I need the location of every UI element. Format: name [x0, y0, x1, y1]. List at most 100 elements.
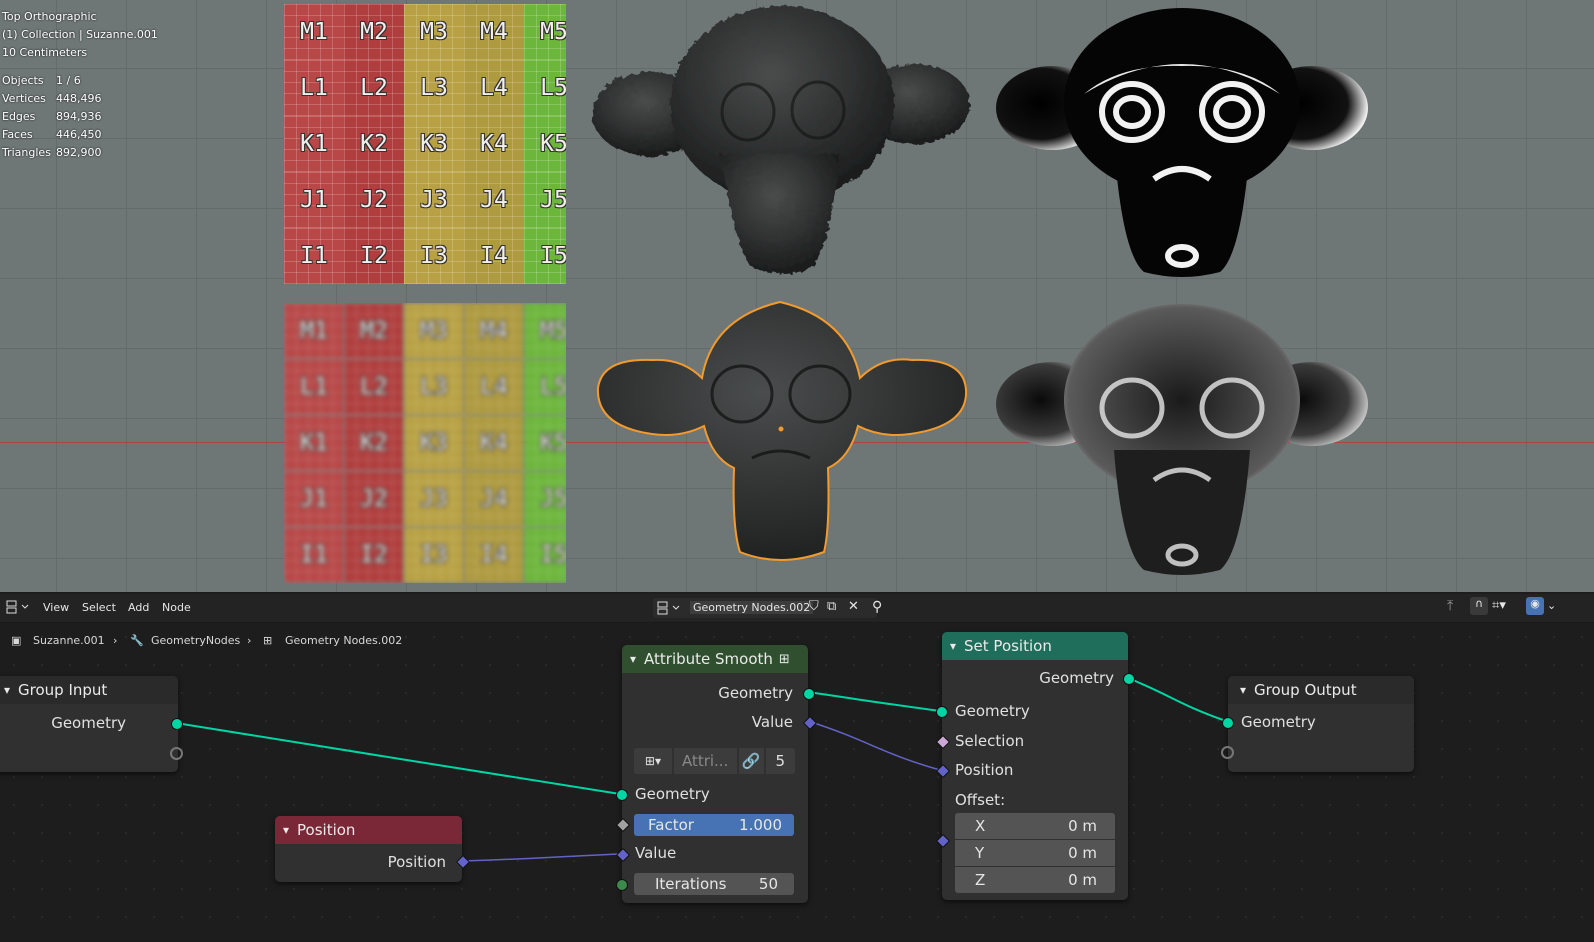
- offset-vector-field[interactable]: X 0 m Y 0 m Z 0 m: [955, 813, 1115, 893]
- editor-type-dropdown[interactable]: [6, 599, 30, 618]
- uv-grid-cell: K2: [344, 415, 404, 471]
- offset-y-field[interactable]: Y 0 m: [955, 840, 1115, 866]
- suzanne-curvature-bottom[interactable]: [994, 300, 1370, 578]
- node-group-icon[interactable]: ⊞: [779, 652, 790, 667]
- factor-field[interactable]: Factor 1.000: [634, 814, 794, 836]
- uv-grid-cell: K5: [524, 415, 566, 471]
- uv-grid-cell: M4: [464, 4, 524, 60]
- node-editor-canvas[interactable]: ▣ Suzanne.001 › 🔧 GeometryNodes › ⊞ Geom…: [0, 623, 1594, 942]
- node-header[interactable]: ▾ Set Position: [942, 632, 1128, 660]
- link-input-to-smooth: [175, 722, 621, 795]
- collapse-chevron-icon[interactable]: ▾: [630, 652, 636, 666]
- uv-grid-cell: J4: [464, 471, 524, 527]
- snap-target-icon[interactable]: ⌗▾: [1492, 598, 1506, 613]
- uv-grid-cell: I2: [344, 527, 404, 583]
- uv-grid-cell: M2: [344, 303, 404, 359]
- uv-grid-cell: L3: [404, 359, 464, 415]
- uv-grid-cell: M5: [524, 4, 566, 60]
- offset-x-field[interactable]: X 0 m: [955, 813, 1115, 839]
- attribute-smooth-node[interactable]: ▾ Attribute Smooth ⊞ Geometry Value ⊞▾ A…: [615, 645, 818, 903]
- set-position-node[interactable]: ▾ Set Position Geometry Geometry Selecti…: [935, 632, 1135, 900]
- node-tree-selector[interactable]: Geometry Nodes.002 ⛉ ⧉ ✕: [653, 598, 877, 618]
- group-output-node[interactable]: ▾ Group Output Geometry: [1221, 676, 1414, 772]
- geometry-output-socket[interactable]: [803, 688, 815, 700]
- uv-grid-cell: I4: [464, 228, 524, 284]
- empty-input-socket[interactable]: [1221, 746, 1234, 759]
- node-header[interactable]: ▾ Group Input: [0, 676, 178, 704]
- node-title: Position: [297, 821, 356, 839]
- menu-add[interactable]: Add: [128, 601, 149, 614]
- snap-icon[interactable]: ∩: [1470, 597, 1488, 615]
- node-header[interactable]: ▾ Attribute Smooth ⊞: [622, 645, 808, 673]
- uv-test-plane-top[interactable]: M1 M2 M3 M4 M5 L1 L2 L3 L4 L5 K1 K2 K3 K4 K5 J1 J2 J3 J4 J5…: [284, 4, 566, 284]
- attribute-name-field[interactable]: Attri...: [673, 748, 737, 774]
- geometry-output-socket[interactable]: [171, 718, 183, 730]
- uv-grid-cell: J3: [404, 471, 464, 527]
- grid-scale-label: 10 Centimeters: [2, 45, 88, 59]
- geometry-input-socket[interactable]: [936, 706, 948, 718]
- uv-grid-cell: J3: [404, 172, 464, 228]
- uv-grid-cell: J4: [464, 172, 524, 228]
- fake-user-shield-icon[interactable]: ⛉: [809, 599, 819, 614]
- uv-grid-cell: I4: [464, 527, 524, 583]
- group-input-node[interactable]: ▾ Group Input Geometry: [0, 676, 183, 772]
- pin-icon[interactable]: ⚲: [872, 599, 882, 615]
- collapse-chevron-icon[interactable]: ▾: [1240, 683, 1246, 697]
- uv-grid-cell: K5: [524, 116, 566, 172]
- attribute-search[interactable]: ⊞▾ Attri... 🔗 5: [634, 748, 795, 774]
- parent-node-tree-icon[interactable]: ⤒: [1447, 598, 1453, 614]
- geometry-input-socket[interactable]: [616, 789, 628, 801]
- uv-grid-cell: K2: [344, 116, 404, 172]
- viewport-overlay-info: Top Orthographic (1) Collection | Suzann…: [2, 8, 158, 161]
- socket-label: Geometry: [718, 684, 793, 702]
- socket-label: Geometry: [955, 702, 1030, 720]
- uv-grid-cell: M4: [464, 303, 524, 359]
- node-editor-icon: [6, 600, 29, 614]
- iterations-input-socket[interactable]: [616, 879, 628, 891]
- node-tree-name[interactable]: Geometry Nodes.002: [690, 601, 814, 614]
- link-icon[interactable]: 🔗: [738, 748, 764, 774]
- socket-label: Position: [955, 761, 1014, 779]
- overlay-dropdown-icon[interactable]: ⌄: [1547, 599, 1556, 612]
- node-header[interactable]: ▾ Position: [275, 816, 462, 844]
- collapse-chevron-icon[interactable]: ▾: [283, 823, 289, 837]
- suzanne-smoothed-selected[interactable]: [592, 298, 970, 570]
- uv-test-plane-bottom[interactable]: M1 M2 M3 M4 M5 L1 L2 L3 L4 L5 K1 K2 K3 K4 K5 J1 J2 J3 J4 J5…: [284, 303, 566, 583]
- geometry-output-socket[interactable]: [1123, 673, 1135, 685]
- geometry-input-socket[interactable]: [1222, 717, 1234, 729]
- collapse-chevron-icon[interactable]: ▾: [950, 639, 956, 653]
- duplicate-icon[interactable]: ⧉: [827, 599, 836, 614]
- suzanne-noisy-mesh[interactable]: [590, 4, 974, 282]
- menu-view[interactable]: View: [43, 601, 69, 614]
- node-header[interactable]: ▾ Group Output: [1228, 676, 1414, 704]
- offset-z-field[interactable]: Z 0 m: [955, 867, 1115, 893]
- uv-grid-cell: M1: [284, 4, 344, 60]
- suzanne-curvature-top[interactable]: [994, 4, 1370, 280]
- 3d-viewport[interactable]: Top Orthographic (1) Collection | Suzann…: [0, 0, 1594, 592]
- uv-grid-cell: M3: [404, 303, 464, 359]
- uv-grid-cell: K1: [284, 116, 344, 172]
- empty-output-socket[interactable]: [170, 747, 183, 760]
- socket-label: Geometry: [1241, 713, 1316, 731]
- position-node[interactable]: ▾ Position Position: [275, 816, 471, 882]
- attribute-user-count[interactable]: 5: [765, 748, 795, 774]
- menu-select[interactable]: Select: [82, 601, 116, 614]
- uv-grid-cell: J1: [284, 172, 344, 228]
- link-position-to-value: [461, 853, 621, 862]
- stat-triangles: Triangles 892,900: [2, 145, 102, 159]
- uv-grid-cell: K4: [464, 415, 524, 471]
- node-tree-browse-icon[interactable]: [657, 601, 683, 618]
- iterations-field[interactable]: Iterations 50: [634, 873, 794, 895]
- overlay-toggle-icon[interactable]: ◉: [1526, 597, 1544, 615]
- uv-grid-cell: I3: [404, 228, 464, 284]
- menu-node[interactable]: Node: [162, 601, 191, 614]
- node-title: Set Position: [964, 637, 1052, 655]
- attribute-domain-dropdown[interactable]: ⊞▾: [634, 748, 672, 774]
- uv-grid-cell: I5: [524, 228, 566, 284]
- link-smooth-to-setpos: [807, 691, 941, 712]
- socket-label: Geometry: [51, 714, 126, 732]
- collapse-chevron-icon[interactable]: ▾: [4, 683, 10, 697]
- uv-grid-cell: K4: [464, 116, 524, 172]
- uv-grid-cell: L2: [344, 60, 404, 116]
- close-icon[interactable]: ✕: [848, 599, 859, 614]
